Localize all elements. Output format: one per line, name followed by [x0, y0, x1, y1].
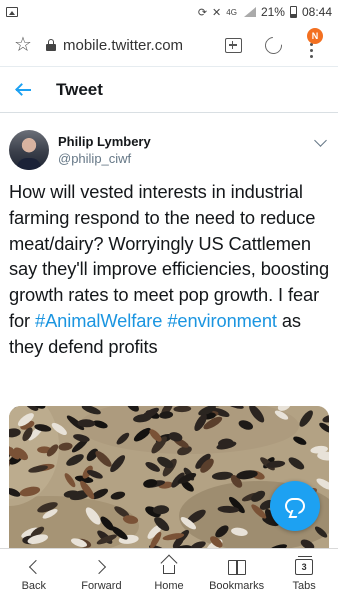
clock: 08:44: [301, 5, 332, 19]
bookmarks-icon: [227, 559, 247, 575]
add-tab-icon: [224, 37, 242, 53]
mute-icon: ✕: [212, 6, 222, 19]
lock-icon: [46, 39, 56, 51]
notification-badge: N: [307, 28, 323, 44]
avatar[interactable]: [9, 130, 49, 170]
network-type: 4G: [226, 7, 237, 17]
bottom-navigation: Back Forward Home Bookmarks 3 Tabs: [0, 548, 338, 600]
gallery-notification-icon: [6, 7, 18, 17]
back-arrow-icon[interactable]: [14, 80, 34, 100]
page-title: Tweet: [56, 79, 103, 99]
chat-bubble-icon: [285, 498, 305, 514]
nav-label-forward: Forward: [81, 580, 122, 592]
chevron-right-icon: [92, 559, 107, 575]
battery-icon: [289, 6, 297, 18]
chevron-left-icon: [28, 559, 43, 575]
status-bar: ⟳ ✕ 4G 21% 08:44: [0, 0, 338, 24]
nav-label-tabs: Tabs: [292, 580, 316, 592]
star-icon[interactable]: ☆: [10, 35, 36, 55]
nav-forward-button[interactable]: Forward: [68, 549, 136, 600]
sync-icon: ⟳: [197, 6, 208, 19]
tabs-icon: 3: [295, 556, 314, 575]
url-text: mobile.twitter.com: [63, 36, 184, 54]
tweet-text-part1: How will vested interests in industrial …: [9, 181, 330, 331]
new-tab-button[interactable]: [216, 28, 250, 62]
reload-button[interactable]: [256, 28, 290, 62]
reload-icon: [261, 33, 285, 57]
author-name[interactable]: Philip Lymbery: [58, 133, 151, 150]
chevron-down-icon[interactable]: [314, 134, 327, 147]
nav-home-button[interactable]: Home: [135, 549, 203, 600]
nav-label-bookmarks: Bookmarks: [209, 580, 265, 592]
battery-percent: 21%: [260, 5, 285, 19]
compose-button[interactable]: [270, 481, 320, 531]
address-bar[interactable]: mobile.twitter.com: [46, 37, 216, 54]
browser-menu-button[interactable]: N: [294, 28, 328, 62]
tweet-author: Philip Lymbery @philip_ciwf: [9, 128, 329, 172]
browser-toolbar: ☆ mobile.twitter.com N: [0, 24, 338, 66]
author-handle[interactable]: @philip_ciwf: [58, 150, 151, 167]
home-icon: [160, 554, 178, 574]
tweet-header: Tweet: [0, 67, 338, 113]
nav-label-home: Home: [154, 580, 184, 592]
more-vert-icon: [309, 42, 313, 58]
nav-tabs-button[interactable]: 3 Tabs: [270, 549, 338, 600]
nav-bookmarks-button[interactable]: Bookmarks: [203, 549, 271, 600]
signal-icon: [242, 7, 256, 17]
tweet-text: How will vested interests in industrial …: [9, 179, 331, 360]
nav-label-back: Back: [21, 580, 47, 592]
nav-back-button[interactable]: Back: [0, 549, 68, 600]
hashtag-environment[interactable]: #environment: [167, 310, 277, 331]
hashtag-animalwelfare[interactable]: #AnimalWelfare: [35, 310, 162, 331]
